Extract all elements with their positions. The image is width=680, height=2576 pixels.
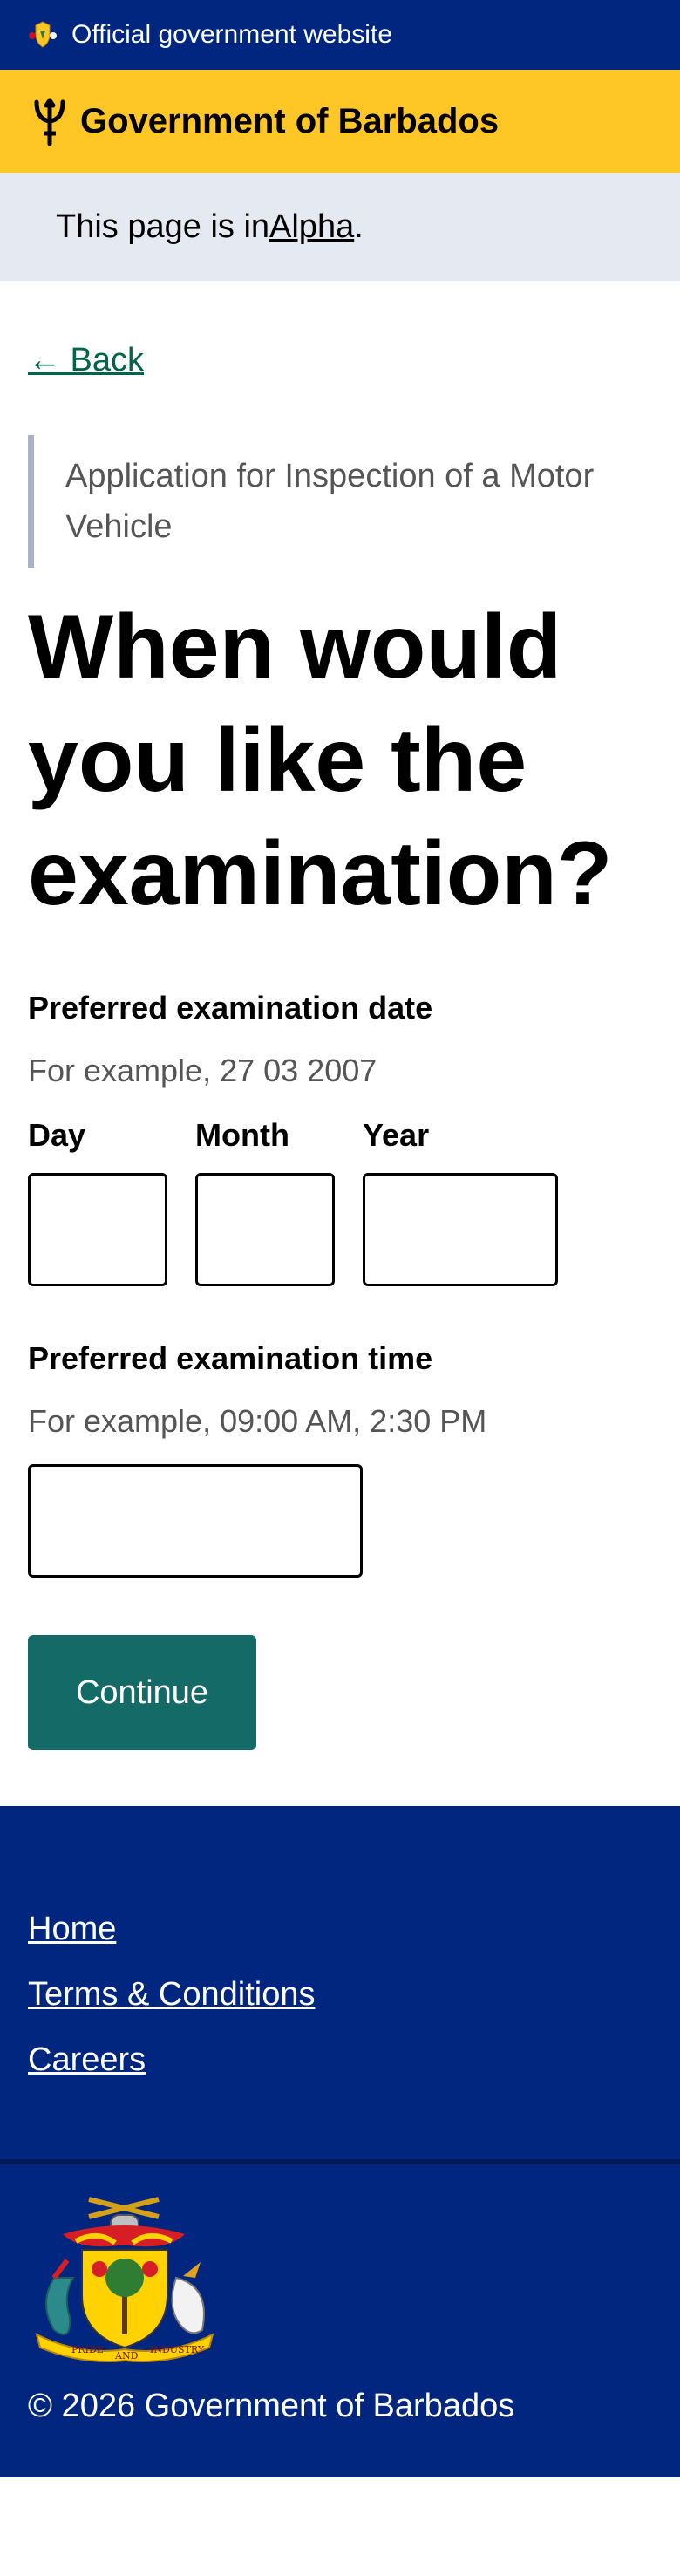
footer-link-home[interactable]: Home xyxy=(28,1911,652,1948)
footer-link-terms[interactable]: Terms & Conditions xyxy=(28,1976,652,2014)
main-content: ← Back Application for Inspection of a M… xyxy=(0,281,680,1806)
barbados-crest-icon xyxy=(29,21,57,48)
official-website-text: Official government website xyxy=(71,20,392,49)
time-field-hint: For example, 09:00 AM, 2:30 PM xyxy=(28,1403,487,1439)
trident-icon xyxy=(34,98,65,146)
footer-links: Home Terms & Conditions Careers xyxy=(0,1806,680,2164)
day-label: Day xyxy=(28,1117,86,1153)
site-header: Official government website Government o… xyxy=(0,0,680,173)
back-link[interactable]: ← Back xyxy=(28,342,144,379)
time-field-label: Preferred examination time xyxy=(28,1340,433,1376)
coat-of-arms-icon: PRIDE AND INDUSTRY xyxy=(35,2197,214,2362)
month-input[interactable] xyxy=(195,1173,335,1286)
month-part: Month xyxy=(195,1117,335,1286)
footer-link-careers[interactable]: Careers xyxy=(28,2041,652,2079)
motto-word-industry: INDUSTRY xyxy=(150,2344,205,2355)
time-input[interactable] xyxy=(28,1464,363,1578)
form-caption: Application for Inspection of a Motor Ve… xyxy=(28,435,652,568)
phase-banner-prefix: This page is in xyxy=(56,208,270,245)
brand-name: Government of Barbados xyxy=(80,101,500,140)
continue-button[interactable]: Continue xyxy=(28,1635,256,1750)
alpha-link[interactable]: Alpha xyxy=(269,208,354,246)
page-title: When would you like the examination? xyxy=(28,596,613,924)
phase-banner-suffix: . xyxy=(354,208,364,245)
motto-word-pride: PRIDE xyxy=(71,2344,104,2355)
brand-bar[interactable]: Government of Barbados xyxy=(0,70,680,173)
year-label: Year xyxy=(363,1117,430,1153)
year-input[interactable] xyxy=(363,1173,558,1286)
official-website-bar: Official government website xyxy=(0,0,680,70)
footer-bottom: PRIDE AND INDUSTRY © 2026 Government of … xyxy=(0,2164,680,2477)
motto-word-and: AND xyxy=(114,2350,139,2361)
date-input-group: Day Month Year xyxy=(28,1117,652,1286)
year-part: Year xyxy=(363,1117,558,1286)
date-field-hint: For example, 27 03 2007 xyxy=(28,1053,377,1088)
day-input[interactable] xyxy=(28,1173,167,1286)
month-label: Month xyxy=(195,1117,289,1153)
phase-banner: This page is in Alpha. xyxy=(0,173,680,281)
date-field-label: Preferred examination date xyxy=(28,990,433,1026)
site-footer: Home Terms & Conditions Careers PRIDE AN… xyxy=(0,1806,680,2477)
copyright-text: © 2026 Government of Barbados xyxy=(28,2388,515,2424)
day-part: Day xyxy=(28,1117,167,1286)
